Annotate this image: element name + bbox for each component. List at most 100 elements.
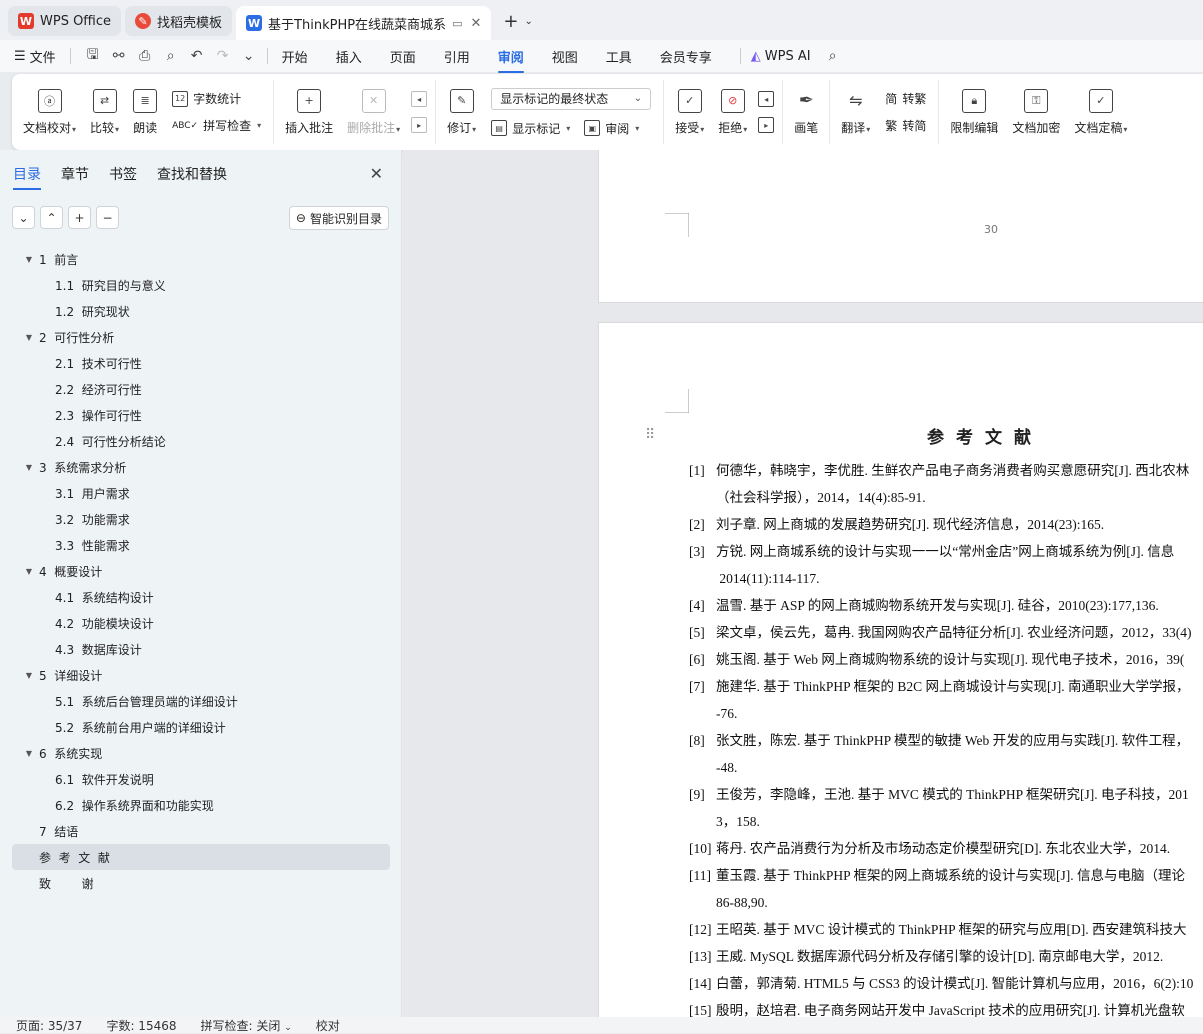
tab-find-replace[interactable]: 查找和替换 [157, 164, 227, 184]
smart-toc-button[interactable]: ⊖ 智能识别目录 [288, 206, 389, 230]
show-markup-button[interactable]: ▤ 显示标记 ▾ [491, 120, 570, 137]
markup-state-select[interactable]: 显示标记的最终状态 ⌄ [491, 87, 652, 110]
toc-item[interactable]: 1.2 研究现状 [12, 298, 390, 324]
tab-docer-templates[interactable]: ✎ 找稻壳模板 [125, 6, 233, 36]
next-comment-icon[interactable]: ▸ [411, 117, 428, 133]
toc-item[interactable]: ▼ 6 系统实现 [12, 740, 390, 766]
tab-tools[interactable]: 工具 [606, 47, 632, 66]
add-icon[interactable]: + [68, 206, 91, 229]
collapse-up-icon[interactable]: ⌃ [40, 206, 63, 229]
tab-review[interactable]: 审阅 [497, 47, 524, 73]
word-count[interactable]: 字数: 15468 [106, 1017, 176, 1034]
redo-icon[interactable]: ↷ [215, 48, 231, 64]
delete-comment-button[interactable]: ✕ 删除批注▾ [340, 80, 407, 144]
compare-label: 比较 [90, 120, 115, 135]
toc-item[interactable]: 5.2 系统前台用户端的详细设计 [12, 714, 390, 740]
proof-status[interactable]: 校对 [316, 1017, 340, 1034]
expand-down-icon[interactable]: ⌄ [12, 206, 35, 229]
chevron-down-icon[interactable]: ⌄ [241, 48, 257, 64]
compare-button[interactable]: ⇄ 比较▾ [83, 80, 126, 144]
tab-member[interactable]: 会员专享 [660, 47, 712, 66]
close-icon[interactable]: ✕ [370, 164, 383, 183]
expand-triangle-icon[interactable]: ▼ [22, 333, 36, 342]
expand-triangle-icon[interactable]: ▼ [22, 567, 36, 576]
toc-item[interactable]: 致 谢 [12, 870, 390, 896]
new-tab-button[interactable]: + ⌄ [495, 6, 540, 36]
toc-item[interactable]: 4.3 数据库设计 [12, 636, 390, 662]
chevron-down-icon[interactable]: ⌄ [524, 16, 532, 27]
tab-wps-office[interactable]: W WPS Office [8, 6, 122, 36]
toc-item[interactable]: 4.2 功能模块设计 [12, 610, 390, 636]
toc-item[interactable]: 6.1 软件开发说明 [12, 766, 390, 792]
print-icon[interactable]: ⎙ [137, 48, 153, 64]
previous-change-icon[interactable]: ◂ [758, 91, 775, 107]
to-traditional-button[interactable]: 简 转繁 [885, 90, 926, 107]
toc-item[interactable]: 2.4 可行性分析结论 [12, 428, 390, 454]
ribbon-count-column: 12 字数统计 ABC✓ 拼写检查 ▾ [164, 80, 269, 144]
pen-button[interactable]: ✒ 画笔 [787, 80, 825, 144]
tab-reference[interactable]: 引用 [444, 47, 470, 66]
read-aloud-button[interactable]: ≣ 朗读 [126, 80, 164, 144]
toc-item[interactable]: 3.2 功能需求 [12, 506, 390, 532]
toc-item[interactable]: 7 结语 [12, 818, 390, 844]
toc-item[interactable]: 参 考 文 献 [12, 844, 390, 870]
drag-handle-icon[interactable]: ⠿ [645, 427, 655, 443]
review-pane-button[interactable]: ▣ 审阅 ▾ [584, 120, 639, 137]
toc-item[interactable]: 4.1 系统结构设计 [12, 584, 390, 610]
close-icon[interactable]: ✕ [470, 16, 481, 31]
toc-item[interactable]: 2.1 技术可行性 [12, 350, 390, 376]
undo-icon[interactable]: ↶ [189, 48, 205, 64]
tab-page[interactable]: 页面 [390, 47, 416, 66]
restrict-edit-button[interactable]: 🔒︎ 限制编辑 [943, 80, 1005, 144]
tab-insert[interactable]: 插入 [336, 47, 362, 66]
spell-check-status[interactable]: 拼写检查: 关闭 ⌄ [201, 1017, 292, 1034]
toc-item[interactable]: 3.1 用户需求 [12, 480, 390, 506]
comment-delete-icon: ✕ [361, 88, 386, 113]
word-count-button[interactable]: 12 字数统计 [172, 90, 261, 107]
monitor-icon[interactable]: ▭ [452, 17, 462, 30]
toc-item[interactable]: 6.2 操作系统界面和功能实现 [12, 792, 390, 818]
remove-icon[interactable]: − [96, 206, 119, 229]
page-indicator[interactable]: 页面: 35/37 [16, 1017, 82, 1034]
translate-button[interactable]: ⇋ 翻译▾ [834, 80, 877, 144]
tab-toc[interactable]: 目录 [13, 164, 41, 190]
expand-triangle-icon[interactable]: ▼ [22, 671, 36, 680]
toc-item[interactable]: ▼ 2 可行性分析 [12, 324, 390, 350]
reference-line: [3] 方锐. 网上商城系统的设计与实现一一以“常州金店”网上商城系统为例[J].… [689, 538, 1203, 565]
toc-item[interactable]: 2.3 操作可行性 [12, 402, 390, 428]
insert-comment-button[interactable]: + 插入批注 [278, 80, 340, 144]
toc-item[interactable]: 3.3 性能需求 [12, 532, 390, 558]
tab-start[interactable]: 开始 [282, 47, 308, 66]
to-simplified-button[interactable]: 繁 转简 [885, 117, 926, 134]
encrypt-doc-button[interactable]: ⚿ 文档加密 [1005, 80, 1067, 144]
toc-item[interactable]: ▼ 3 系统需求分析 [12, 454, 390, 480]
tab-bookmarks[interactable]: 书签 [109, 164, 137, 184]
reject-button[interactable]: ⊘ 拒绝▾ [711, 80, 754, 144]
track-changes-button[interactable]: ✎ 修订▾ [440, 80, 483, 144]
wps-ai-button[interactable]: ◭ WPS AI [751, 49, 811, 64]
toc-item[interactable]: 1.1 研究目的与意义 [12, 272, 390, 298]
next-change-icon[interactable]: ▸ [758, 117, 775, 133]
toc-item[interactable]: 5.1 系统后台管理员端的详细设计 [12, 688, 390, 714]
tab-sections[interactable]: 章节 [61, 164, 89, 184]
accept-button[interactable]: ✓ 接受▾ [668, 80, 711, 144]
spell-check-button[interactable]: ABC✓ 拼写检查 ▾ [172, 117, 261, 134]
expand-triangle-icon[interactable]: ▼ [22, 749, 36, 758]
toc-item[interactable]: 2.2 经济可行性 [12, 376, 390, 402]
link-icon[interactable]: ⚯ [111, 48, 127, 64]
proofread-button[interactable]: ⓐ 文档校对▾ [16, 80, 83, 144]
document-canvas[interactable]: 30 ⠿ 参考文献 [1] 何德华，韩晓宇，李优胜. 生鲜农产品电子商务消费者购买… [403, 150, 1203, 1017]
save-icon[interactable]: 🖫 [85, 47, 101, 64]
toc-item[interactable]: ▼ 4 概要设计 [12, 558, 390, 584]
toc-item[interactable]: ▼ 1 前言 [12, 246, 390, 272]
tab-document[interactable]: W 基于ThinkPHP在线蔬菜商城系 ▭ ✕ [236, 6, 492, 40]
print-preview-icon[interactable]: ⌕ [163, 48, 179, 64]
previous-comment-icon[interactable]: ◂ [411, 91, 428, 107]
tab-view[interactable]: 视图 [552, 47, 578, 66]
toc-item[interactable]: ▼ 5 详细设计 [12, 662, 390, 688]
file-menu[interactable]: ☰ 文件 [14, 47, 56, 66]
expand-triangle-icon[interactable]: ▼ [22, 255, 36, 264]
expand-triangle-icon[interactable]: ▼ [22, 463, 36, 472]
search-icon[interactable]: ⌕ [825, 48, 841, 64]
finalize-doc-button[interactable]: ✓ 文档定稿▾ [1067, 80, 1134, 144]
